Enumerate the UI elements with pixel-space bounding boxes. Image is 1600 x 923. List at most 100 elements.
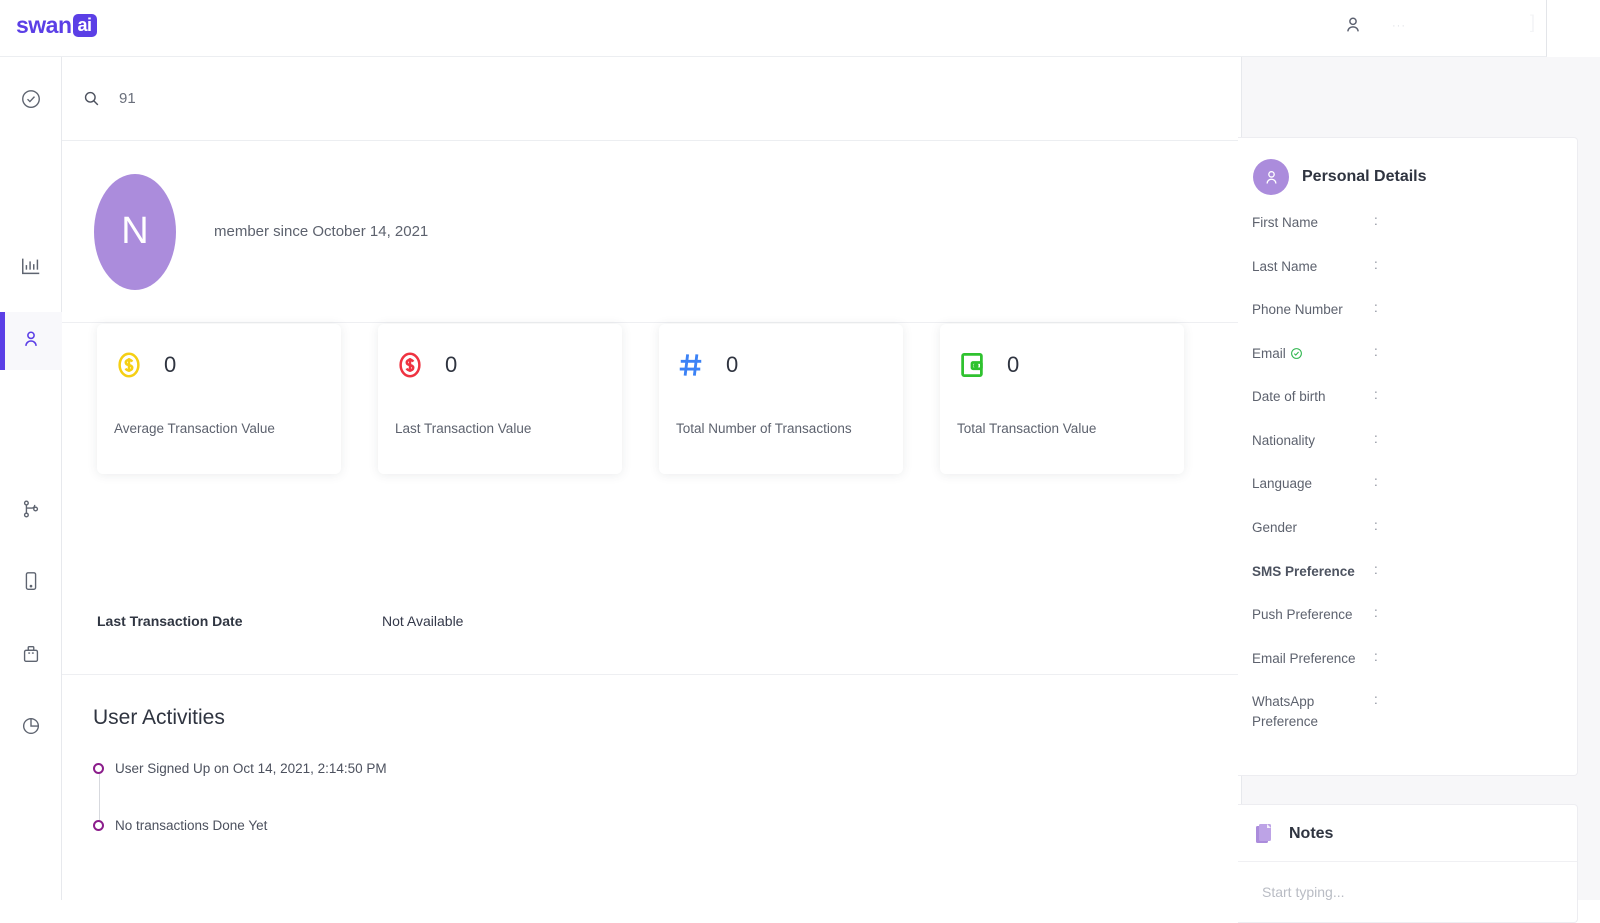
stat-label: Total Transaction Value	[957, 421, 1096, 436]
stat-value: 0	[164, 352, 176, 378]
wallet-icon	[957, 350, 987, 380]
detail-label: Date of birth	[1252, 387, 1374, 407]
user-icon	[20, 328, 42, 355]
brand-logo[interactable]: swan ai	[16, 14, 97, 37]
personal-details-list: First Name : Last Name : Phone Number : …	[1238, 213, 1577, 775]
stat-value: 0	[726, 352, 738, 378]
stat-value: 0	[445, 352, 457, 378]
activity-item: User Signed Up on Oct 14, 2021, 2:14:50 …	[93, 759, 1241, 777]
sidebar-item-reports[interactable]	[0, 699, 62, 757]
detail-colon: :	[1374, 605, 1392, 620]
member-since-label: member since October 14, 2021	[214, 223, 428, 240]
timeline-dot-icon	[93, 763, 104, 774]
avatar: N	[94, 174, 176, 290]
sidebar-item-journeys[interactable]	[0, 482, 62, 540]
activity-item: No transactions Done Yet	[93, 816, 1241, 834]
detail-colon: :	[1374, 649, 1392, 664]
bar-chart-icon	[20, 255, 42, 282]
activity-text: No transactions Done Yet	[115, 818, 267, 833]
sidebar-item-data[interactable]	[0, 627, 62, 685]
detail-label: Nationality	[1252, 431, 1374, 451]
brand-name: swan	[16, 14, 72, 37]
dollar-circle-icon	[395, 350, 425, 380]
stat-label: Average Transaction Value	[114, 421, 275, 436]
notes-input[interactable]: Start typing...	[1238, 862, 1577, 922]
detail-label: Email Preference	[1252, 649, 1374, 669]
pie-chart-icon	[20, 715, 42, 742]
notepad-icon	[1253, 821, 1277, 847]
detail-row-gender: Gender :	[1252, 518, 1577, 538]
stat-cards: 0 Average Transaction Value 0 Last Trans…	[62, 324, 1241, 532]
stat-card-total-number-of-transactions[interactable]: 0 Total Number of Transactions	[659, 324, 903, 474]
personal-details-card: Personal Details First Name : Last Name …	[1238, 137, 1578, 776]
detail-label: Phone Number	[1252, 300, 1374, 320]
stat-value: 0	[1007, 352, 1019, 378]
detail-row-email-preference: Email Preference :	[1252, 649, 1577, 669]
personal-details-title: Personal Details	[1302, 168, 1427, 186]
detail-row-date-of-birth: Date of birth :	[1252, 387, 1577, 407]
stat-card-average-transaction-value[interactable]: 0 Average Transaction Value	[97, 324, 341, 474]
stat-label: Total Number of Transactions	[676, 421, 852, 436]
detail-row-last-name: Last Name :	[1252, 257, 1577, 277]
top-bar-actions: ···	[1342, 14, 1418, 36]
stat-card-last-transaction-value[interactable]: 0 Last Transaction Value	[378, 324, 622, 474]
detail-label: Gender	[1252, 518, 1374, 538]
detail-row-language: Language :	[1252, 474, 1577, 494]
stat-card-total-transaction-value[interactable]: 0 Total Transaction Value	[940, 324, 1184, 474]
detail-colon: :	[1374, 562, 1392, 577]
detail-label-text: Email	[1252, 346, 1286, 361]
sidebar-item-analytics[interactable]	[0, 239, 62, 297]
notes-header: Notes	[1238, 805, 1577, 862]
detail-label: SMS Preference	[1252, 562, 1374, 582]
detail-label: First Name	[1252, 213, 1374, 233]
detail-row-whatsapp-preference: WhatsApp Preference :	[1252, 692, 1577, 731]
detail-colon: :	[1374, 518, 1392, 533]
detail-row-push-preference: Push Preference :	[1252, 605, 1577, 625]
search-input[interactable]: 91	[119, 90, 136, 107]
top-bar: swan ai ··· ]	[0, 0, 1547, 57]
main-content: 91 N member since October 14, 2021 0 Ave…	[62, 57, 1241, 900]
detail-label: Email	[1252, 344, 1374, 364]
sidebar-item-campaigns[interactable]	[0, 554, 62, 612]
activity-text: User Signed Up on Oct 14, 2021, 2:14:50 …	[115, 761, 387, 776]
detail-label: Language	[1252, 474, 1374, 494]
detail-colon: :	[1374, 692, 1392, 707]
timeline-dot-icon	[93, 820, 104, 831]
search-icon	[82, 89, 101, 108]
profile-header: N member since October 14, 2021	[62, 141, 1241, 323]
detail-colon: :	[1374, 474, 1392, 489]
database-icon	[20, 643, 42, 670]
detail-label: WhatsApp Preference	[1252, 692, 1374, 731]
detail-row-nationality: Nationality :	[1252, 431, 1577, 451]
hash-icon	[676, 350, 706, 380]
topbar-edge-marker: ]	[1530, 12, 1540, 38]
notes-title: Notes	[1289, 825, 1333, 843]
right-panel: Personal Details First Name : Last Name …	[1241, 57, 1600, 900]
last-transaction-date-row: Last Transaction Date Not Available	[62, 568, 1241, 675]
mobile-icon	[20, 570, 42, 597]
overflow-menu-icon[interactable]: ···	[1392, 20, 1418, 30]
notes-card: Notes Start typing...	[1238, 804, 1578, 923]
branch-icon	[20, 498, 42, 525]
user-activities-section: User Activities User Signed Up on Oct 14…	[62, 675, 1241, 900]
last-transaction-date-label: Last Transaction Date	[97, 613, 382, 629]
detail-colon: :	[1374, 300, 1392, 315]
sidebar-item-users[interactable]	[0, 312, 62, 370]
detail-row-sms-preference: SMS Preference :	[1252, 562, 1577, 582]
activity-timeline: User Signed Up on Oct 14, 2021, 2:14:50 …	[93, 759, 1241, 834]
detail-colon: :	[1374, 344, 1392, 359]
detail-row-email: Email :	[1252, 344, 1577, 364]
avatar-initial: N	[121, 210, 148, 253]
personal-details-header: Personal Details	[1238, 138, 1577, 213]
detail-colon: :	[1374, 257, 1392, 272]
user-activities-title: User Activities	[93, 706, 1241, 730]
detail-colon: :	[1374, 213, 1392, 228]
account-user-icon[interactable]	[1342, 14, 1364, 36]
search-bar[interactable]: 91	[62, 57, 1241, 141]
brand-badge: ai	[73, 14, 97, 37]
sidebar-item-tasks[interactable]	[0, 72, 62, 130]
last-transaction-date-value: Not Available	[382, 613, 463, 629]
detail-row-first-name: First Name :	[1252, 213, 1577, 233]
sidebar	[0, 57, 62, 900]
detail-colon: :	[1374, 431, 1392, 446]
